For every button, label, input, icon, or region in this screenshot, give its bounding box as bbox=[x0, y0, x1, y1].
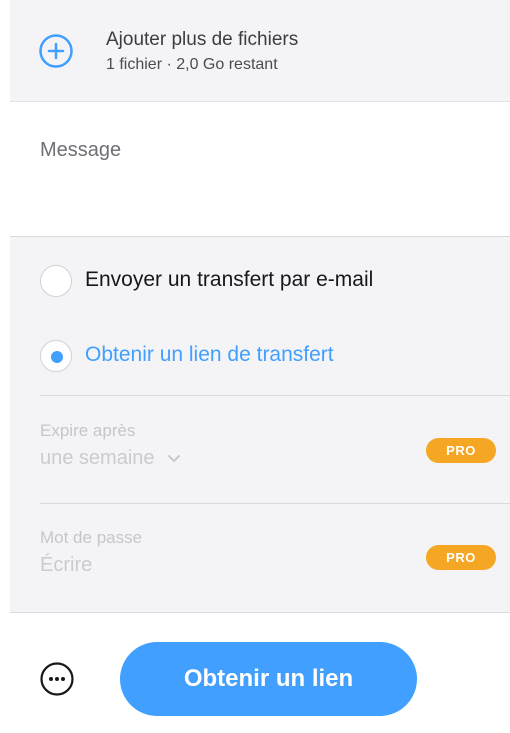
files-remaining-info: 1 fichier · 2,0 Go restant bbox=[106, 56, 278, 73]
radio-label-link: Obtenir un lien de transfert bbox=[85, 343, 334, 366]
add-files-button[interactable]: Ajouter plus de fichiers 1 fichier · 2,0… bbox=[10, 0, 510, 102]
pro-badge-expiry: PRO bbox=[426, 438, 496, 463]
radio-button-link[interactable] bbox=[40, 340, 72, 372]
get-link-button[interactable]: Obtenir un lien bbox=[120, 642, 417, 716]
more-options-icon[interactable] bbox=[40, 662, 74, 696]
message-placeholder: Message bbox=[40, 139, 122, 161]
password-label: Mot de passe bbox=[40, 528, 143, 547]
radio-button-email[interactable] bbox=[40, 265, 72, 297]
expiry-label: Expire après bbox=[40, 421, 136, 440]
radio-option-link[interactable]: Obtenir un lien de transfert bbox=[40, 340, 334, 372]
radio-option-email[interactable]: Envoyer un transfert par e-mail bbox=[40, 265, 415, 297]
radio-label-email: Envoyer un transfert par e-mail bbox=[85, 268, 374, 291]
expiry-value: une semaine bbox=[40, 447, 155, 469]
divider bbox=[10, 612, 510, 613]
plus-circle-icon bbox=[39, 34, 73, 68]
add-files-text: Ajouter plus de fichiers 1 fichier · 2,0… bbox=[106, 28, 298, 76]
message-field[interactable]: Message bbox=[10, 103, 510, 237]
add-files-title: Ajouter plus de fichiers bbox=[106, 29, 299, 50]
transfer-options-panel: Envoyer un transfert par e-mail Obtenir … bbox=[10, 237, 510, 612]
chevron-down-icon bbox=[167, 454, 180, 462]
divider bbox=[40, 503, 510, 504]
divider bbox=[40, 395, 510, 396]
pro-badge-password: PRO bbox=[426, 545, 496, 570]
